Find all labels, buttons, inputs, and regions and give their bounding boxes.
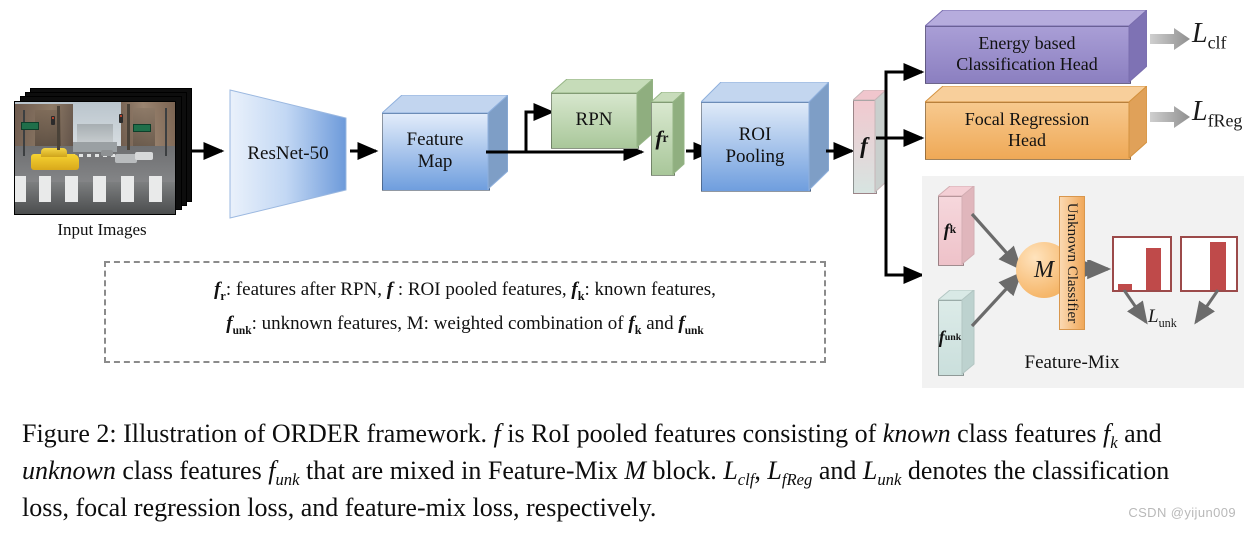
loss-unk-label: Lunk [1148, 306, 1177, 330]
f-k-subscript: k [949, 224, 957, 236]
unknown-classifier-label: Unknown Classifier [1064, 202, 1081, 324]
input-image-front [14, 101, 176, 215]
loss-clf-label: Lclf [1192, 18, 1227, 53]
roi-pooling-block: ROI Pooling [701, 82, 829, 192]
arrows-to-lunk [1122, 289, 1220, 325]
arrow-resnet-to-featuremap [350, 142, 379, 160]
histogram-target [1180, 236, 1238, 292]
focal-head-label-line2: Head [1008, 130, 1046, 150]
loss-freg-label: LfReg [1192, 96, 1243, 131]
f-r-subscript: r [662, 130, 669, 146]
arrow-to-lfreg [1150, 106, 1190, 128]
energy-head-label-line2: Classification Head [956, 54, 1098, 74]
crosswalk [15, 176, 175, 202]
unknown-classifier-block: Unknown Classifier [1059, 196, 1085, 330]
arrow-image-to-resnet [192, 142, 225, 160]
resnet50-label: ResNet-50 [247, 143, 329, 165]
histogram-bar [1146, 248, 1161, 290]
resnet50-block: ResNet-50 [228, 88, 348, 220]
arrow-to-lclf [1150, 28, 1190, 50]
feature-map-label-line2: Map [417, 151, 453, 172]
legend-line-2: funk: unknown features, M: weighted comb… [226, 313, 704, 338]
figure-canvas: Input Images ResNet-50 Feature Map RPN f… [0, 0, 1244, 534]
roi-pooling-label-line2: Pooling [725, 146, 785, 167]
street-scene-thumbnail [15, 102, 175, 214]
legend-box: fr: features after RPN, f : ROI pooled f… [104, 261, 826, 363]
input-images-label: Input Images [57, 220, 147, 239]
caption-prefix: Figure 2: [22, 419, 117, 448]
focal-head-label-line1: Focal Regression [964, 109, 1090, 130]
input-image-stack [14, 88, 192, 215]
f-r-tensor-block: fr [651, 92, 687, 176]
feature-mix-title: Feature-Mix [1024, 352, 1120, 373]
f-glyph: f [860, 133, 868, 158]
energy-head-label-line1: Energy based [978, 33, 1076, 54]
rpn-block: RPN [551, 79, 653, 149]
figure-caption: Figure 2: Illustration of ORDER framewor… [22, 419, 1170, 522]
roi-pooling-label-line1: ROI [738, 124, 772, 146]
f-r-glyph: f [655, 125, 663, 150]
watermark: CSDN @yijun009 [1128, 505, 1236, 520]
focal-regression-head-block: Focal Regression Head [925, 86, 1147, 160]
energy-classification-head-block: Energy based Classification Head [925, 10, 1147, 84]
rpn-label: RPN [575, 109, 613, 131]
feature-map-label-line1: Feature [406, 129, 464, 151]
histogram-predicted [1112, 236, 1172, 292]
f-unk-subscript: unk [944, 331, 962, 343]
mix-node-label: M [1034, 256, 1054, 283]
legend-line-1: fr: features after RPN, f : ROI pooled f… [214, 279, 716, 303]
histogram-bar [1210, 242, 1226, 290]
